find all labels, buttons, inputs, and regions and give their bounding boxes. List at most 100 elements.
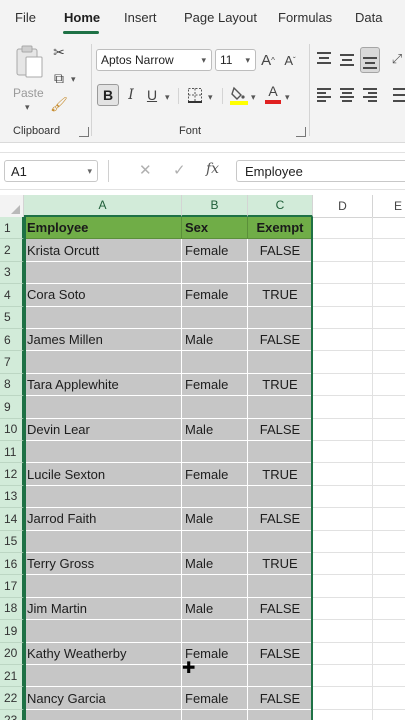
empty-cell[interactable]: [373, 620, 405, 643]
cell-b[interactable]: Female: [182, 373, 248, 397]
empty-cell[interactable]: [373, 329, 405, 352]
empty-cell[interactable]: [373, 598, 405, 621]
cell-a[interactable]: Jarrod Faith: [24, 508, 182, 531]
cell-c[interactable]: [248, 351, 313, 374]
tab-insert[interactable]: Insert: [124, 10, 157, 25]
empty-cell[interactable]: [313, 261, 373, 285]
underline-button[interactable]: U: [143, 85, 161, 105]
row-header[interactable]: 20: [0, 642, 24, 665]
cell-a[interactable]: Lucile Sexton: [24, 463, 182, 486]
row-header[interactable]: 13: [0, 485, 24, 509]
cell-b[interactable]: Female: [182, 687, 248, 710]
cell-c[interactable]: [248, 709, 313, 720]
paste-dropdown-icon[interactable]: ▾: [25, 102, 30, 113]
align-top-button[interactable]: [317, 52, 333, 68]
cell-a[interactable]: [24, 485, 182, 509]
row-header[interactable]: 17: [0, 575, 24, 598]
empty-cell[interactable]: [373, 575, 405, 598]
cell-b[interactable]: Male: [182, 329, 248, 352]
row-header[interactable]: 5: [0, 306, 24, 329]
bold-button[interactable]: B: [97, 84, 119, 106]
cell-b[interactable]: Female: [182, 463, 248, 486]
cell-a[interactable]: Kathy Weatherby: [24, 642, 182, 665]
align-bottom-button[interactable]: [360, 47, 380, 73]
worksheet-grid[interactable]: A B C D E 1 Employee Sex Exempt 2 Krista Orcu…: [0, 195, 405, 720]
tab-file[interactable]: File: [15, 10, 36, 25]
empty-cell[interactable]: [373, 419, 405, 441]
empty-cell[interactable]: [373, 508, 405, 531]
empty-cell[interactable]: [373, 486, 405, 509]
empty-cell[interactable]: [313, 642, 373, 665]
name-box[interactable]: A1 ▾: [4, 160, 98, 182]
cell-c[interactable]: TRUE: [248, 553, 313, 576]
cell-b[interactable]: Female: [182, 284, 248, 307]
cell-a[interactable]: Jim Martin: [24, 597, 182, 621]
empty-cell[interactable]: [373, 307, 405, 329]
cell-c[interactable]: FALSE: [248, 239, 313, 262]
cell-c[interactable]: TRUE: [248, 284, 313, 307]
empty-cell[interactable]: [373, 351, 405, 374]
shrink-font-button[interactable]: Aˇ: [281, 50, 299, 70]
row-header[interactable]: 11: [0, 441, 24, 464]
cell-c[interactable]: TRUE: [248, 463, 313, 486]
borders-button[interactable]: [185, 85, 205, 105]
cell-b[interactable]: [182, 485, 248, 509]
cell-a[interactable]: [24, 306, 182, 329]
empty-cell[interactable]: [373, 665, 405, 688]
row-header[interactable]: 16: [0, 553, 24, 576]
copy-dropdown-icon[interactable]: ▾: [71, 74, 76, 85]
cut-icon[interactable]: ✂: [50, 43, 68, 61]
empty-cell[interactable]: [373, 463, 405, 486]
cell-c[interactable]: FALSE: [248, 597, 313, 621]
empty-cell[interactable]: [373, 553, 405, 576]
cell-a[interactable]: [24, 396, 182, 419]
cell-c[interactable]: [248, 620, 313, 643]
row-header[interactable]: 18: [0, 597, 24, 621]
empty-cell[interactable]: [313, 709, 373, 720]
cell-c[interactable]: [248, 485, 313, 509]
empty-cell[interactable]: [313, 373, 373, 397]
cell-c[interactable]: FALSE: [248, 642, 313, 665]
empty-cell[interactable]: [313, 351, 373, 374]
cell-a[interactable]: Terry Gross: [24, 553, 182, 576]
cell-c[interactable]: [248, 261, 313, 285]
cell-b[interactable]: Female: [182, 239, 248, 262]
empty-cell[interactable]: [373, 217, 405, 240]
cell-a[interactable]: [24, 441, 182, 464]
cell-b[interactable]: [182, 530, 248, 553]
cell-a[interactable]: [24, 351, 182, 374]
cell-b[interactable]: [182, 709, 248, 720]
cell-a[interactable]: Cora Soto: [24, 284, 182, 307]
decrease-indent-button[interactable]: [389, 88, 405, 104]
row-header[interactable]: 22: [0, 687, 24, 710]
cell-b[interactable]: Male: [182, 418, 248, 441]
empty-cell[interactable]: [373, 710, 405, 720]
empty-cell[interactable]: [313, 508, 373, 531]
cell-a[interactable]: [24, 530, 182, 553]
row-header[interactable]: 23: [0, 709, 24, 720]
empty-cell[interactable]: [313, 217, 373, 240]
row-header[interactable]: 15: [0, 530, 24, 553]
borders-dropdown-icon[interactable]: ▾: [208, 92, 213, 103]
cell-b[interactable]: [182, 441, 248, 464]
empty-cell[interactable]: [373, 396, 405, 419]
row-header[interactable]: 4: [0, 284, 24, 307]
align-left-button[interactable]: [317, 88, 333, 104]
cell-b[interactable]: [182, 306, 248, 329]
row-header[interactable]: 14: [0, 508, 24, 531]
empty-cell[interactable]: [313, 597, 373, 621]
align-center-button[interactable]: [340, 88, 356, 104]
empty-cell[interactable]: [373, 687, 405, 710]
tab-formulas[interactable]: Formulas: [278, 10, 332, 25]
empty-cell[interactable]: [313, 329, 373, 352]
column-header-c[interactable]: C: [248, 195, 313, 217]
row-header[interactable]: 21: [0, 665, 24, 688]
cell-b[interactable]: Sex: [182, 217, 248, 240]
row-header[interactable]: 7: [0, 351, 24, 374]
cell-c[interactable]: [248, 441, 313, 464]
font-launcher-icon[interactable]: [296, 127, 306, 137]
cell-a[interactable]: [24, 261, 182, 285]
tab-home[interactable]: Home: [64, 10, 100, 25]
orientation-icon[interactable]: ⤢: [389, 49, 405, 69]
cell-c[interactable]: FALSE: [248, 418, 313, 441]
